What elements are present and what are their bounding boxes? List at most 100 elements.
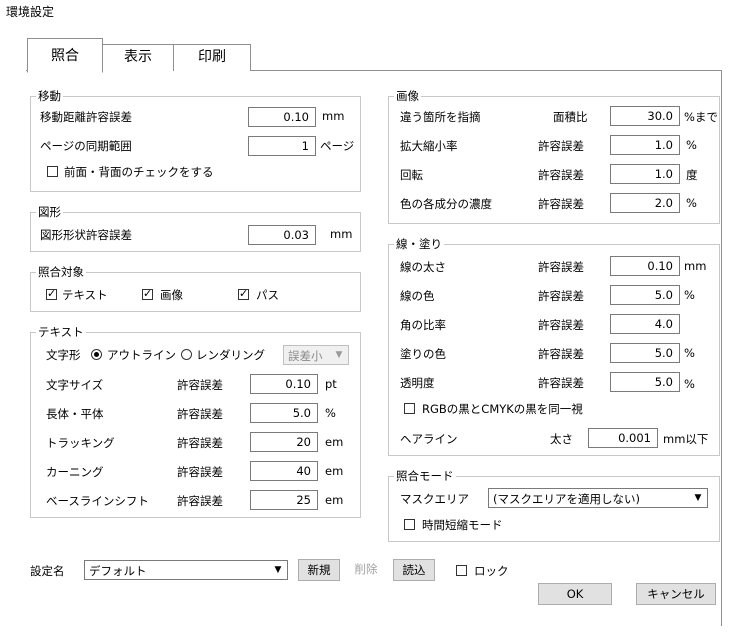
setting-name-label: 設定名	[30, 564, 65, 578]
line-row-sub: 許容誤差	[538, 289, 584, 303]
rendering-select-value: 誤差小	[288, 349, 323, 363]
tab-print[interactable]: 印刷	[173, 44, 251, 71]
tracking-input[interactable]: 20	[250, 432, 318, 452]
image-group-label: 画像	[394, 88, 421, 104]
line-color-input[interactable]: 5.0	[610, 285, 680, 305]
rendering-radio[interactable]	[181, 349, 192, 360]
text-row-sub: 許容誤差	[177, 407, 223, 421]
tab-collation[interactable]: 照合	[27, 38, 103, 73]
target-text-checkbox[interactable]	[46, 287, 57, 300]
mask-area-select[interactable]: (マスクエリアを適用しない) ▼	[488, 488, 708, 508]
outline-radio[interactable]	[91, 349, 102, 360]
line-row-label: 線の色	[400, 289, 435, 303]
shape-tolerance-label: 図形形状許容誤差	[40, 228, 132, 242]
rgb-cmyk-checkbox[interactable]	[404, 403, 415, 414]
chevron-down-icon: ▼	[694, 493, 702, 503]
condensed-unit: %	[325, 406, 336, 420]
line-row-label: 角の比率	[400, 318, 446, 332]
line-row-sub: 許容誤差	[538, 347, 584, 361]
window-title: 環境設定	[6, 5, 55, 19]
char-shape-label: 文字形	[46, 348, 81, 362]
ok-button[interactable]: OK	[538, 583, 612, 605]
tracking-unit: em	[325, 435, 344, 449]
move-tolerance-input[interactable]: 0.10	[248, 107, 316, 127]
line-width-input[interactable]: 0.10	[610, 256, 680, 276]
new-button[interactable]: 新規	[298, 559, 340, 581]
outline-label: アウトライン	[107, 348, 176, 362]
target-path-label: パス	[256, 288, 279, 302]
line-row-sub: 許容誤差	[538, 376, 584, 390]
front-back-checkbox[interactable]	[47, 166, 58, 177]
fill-color-input[interactable]: 5.0	[610, 343, 680, 363]
fast-mode-label: 時間短縮モード	[422, 518, 503, 532]
image-row-label: 違う箇所を指摘	[400, 110, 481, 124]
text-row-label: トラッキング	[46, 436, 115, 450]
page-sync-input[interactable]: 1	[248, 136, 316, 156]
baseline-input[interactable]: 25	[250, 490, 318, 510]
lock-checkbox[interactable]	[456, 565, 467, 576]
image-row-label: 色の各成分の濃度	[400, 197, 492, 211]
chevron-down-icon: ▼	[274, 565, 282, 575]
hairline-input[interactable]: 0.001	[588, 428, 658, 448]
load-button[interactable]: 読込	[393, 559, 435, 581]
opacity-unit: %	[684, 377, 695, 391]
front-back-label: 前面・背面のチェックをする	[64, 165, 214, 179]
char-size-unit: pt	[325, 377, 337, 391]
char-size-input[interactable]: 0.10	[250, 374, 318, 394]
target-image-checkbox[interactable]	[142, 287, 153, 300]
fast-mode-checkbox[interactable]	[404, 519, 415, 530]
text-row-label: 長体・平体	[46, 407, 104, 421]
diff-area-input[interactable]: 30.0	[610, 106, 680, 126]
target-text-label: テキスト	[62, 288, 108, 302]
kerning-input[interactable]: 40	[250, 461, 318, 481]
target-group-label: 照合対象	[36, 264, 86, 280]
rgb-cmyk-label: RGBの黒とCMYKの黒を同一視	[422, 402, 583, 416]
setting-name-select[interactable]: デフォルト ▼	[84, 560, 288, 580]
cancel-button[interactable]: キャンセル	[636, 583, 716, 605]
target-path-checkbox[interactable]	[238, 287, 249, 300]
rendering-label: レンダリング	[196, 348, 265, 362]
line-row-sub: 許容誤差	[538, 318, 584, 332]
baseline-unit: em	[325, 493, 344, 507]
setting-name-value: デフォルト	[89, 564, 147, 578]
shape-tolerance-input[interactable]: 0.03	[248, 225, 316, 245]
mask-area-label: マスクエリア	[400, 492, 469, 506]
line-row-label: 線の太さ	[400, 260, 446, 274]
mode-group-label: 照合モード	[394, 468, 456, 484]
kerning-unit: em	[325, 464, 344, 478]
text-row-sub: 許容誤差	[177, 436, 223, 450]
color-density-input[interactable]: 2.0	[610, 193, 680, 213]
image-row-label: 回転	[400, 168, 423, 182]
text-row-label: 文字サイズ	[46, 378, 104, 392]
move-tolerance-unit: mm	[322, 109, 345, 123]
rotation-input[interactable]: 1.0	[610, 164, 680, 184]
move-group-label: 移動	[36, 88, 63, 104]
condensed-input[interactable]: 5.0	[250, 403, 318, 423]
chevron-down-icon: ▼	[335, 350, 343, 360]
text-row-sub: 許容誤差	[177, 378, 223, 392]
corner-ratio-input[interactable]: 4.0	[610, 314, 680, 334]
opacity-input[interactable]: 5.0	[610, 372, 680, 392]
hairline-label: ヘアライン	[400, 432, 458, 446]
move-tolerance-label: 移動距離許容誤差	[40, 110, 132, 124]
target-image-label: 画像	[160, 288, 183, 302]
image-row-sub: 面積比	[553, 110, 588, 124]
text-row-label: カーニング	[46, 465, 104, 479]
scale-input[interactable]: 1.0	[610, 135, 680, 155]
line-row-sub: 許容誤差	[538, 260, 584, 274]
line-fill-group-label: 線・塗り	[394, 236, 444, 252]
text-row-sub: 許容誤差	[177, 465, 223, 479]
color-density-unit: %	[686, 196, 697, 210]
image-row-sub: 許容誤差	[538, 197, 584, 211]
shape-group-label: 図形	[36, 204, 63, 220]
text-group-label: テキスト	[36, 324, 86, 340]
image-row-label: 拡大縮小率	[400, 139, 458, 153]
tab-display[interactable]: 表示	[101, 44, 175, 71]
delete-button[interactable]: 削除	[345, 559, 387, 581]
rendering-select[interactable]: 誤差小 ▼	[283, 345, 349, 365]
line-row-label: 塗りの色	[400, 347, 446, 361]
tab-panel-right-edge	[721, 70, 722, 626]
rotation-unit: 度	[686, 168, 698, 182]
lock-label: ロック	[474, 564, 509, 578]
page-sync-label: ページの同期範囲	[40, 139, 132, 153]
